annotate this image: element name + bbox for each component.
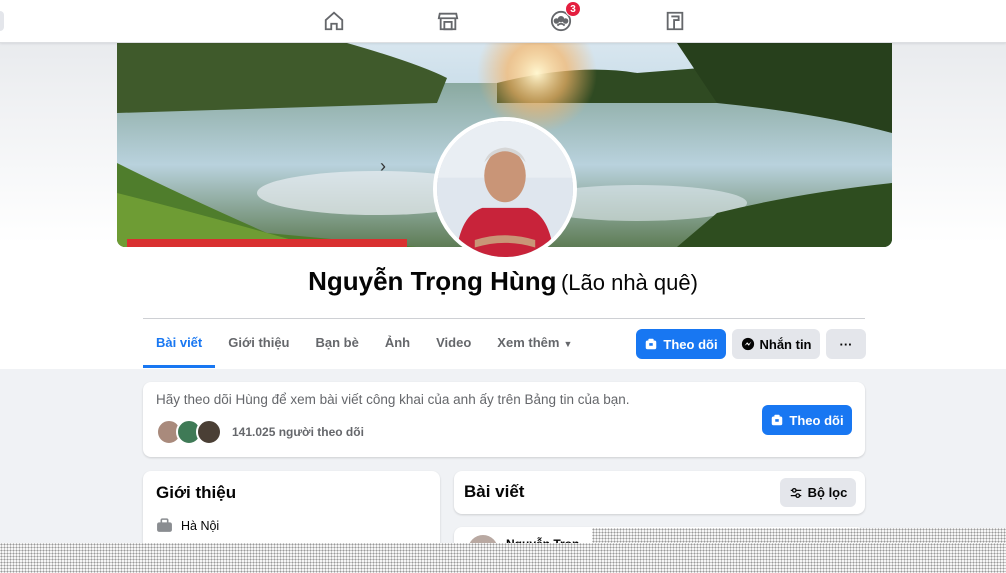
tab-friends[interactable]: Bạn bè <box>303 320 372 368</box>
profile-alternate-name: (Lão nhà quê) <box>560 270 698 295</box>
posts-title: Bài viết <box>464 482 525 501</box>
tab-videos[interactable]: Video <box>423 320 484 368</box>
home-icon[interactable] <box>320 8 348 34</box>
tab-see-more-label: Xem thêm <box>497 335 560 350</box>
follow-icon <box>646 338 657 350</box>
intro-location-text: Hà Nội <box>181 518 220 533</box>
profile-tabs: Bài viết Giới thiệu Bạn bè Ảnh Video Xem… <box>143 320 585 368</box>
follow-icon <box>772 414 783 426</box>
tab-photos[interactable]: Ảnh <box>372 320 423 368</box>
search-stub[interactable] <box>0 11 4 31</box>
intro-title: Giới thiệu <box>156 483 237 502</box>
messenger-icon <box>741 337 754 351</box>
marketplace-icon[interactable] <box>434 8 462 34</box>
tab-see-more[interactable]: Xem thêm ▼ <box>484 320 585 368</box>
profile-name: Nguyễn Trọng Hùng <box>308 266 557 296</box>
top-navigation-bar: 3 <box>0 0 1006 43</box>
follower-avatar[interactable] <box>196 419 222 445</box>
more-icon: ··· <box>839 336 853 352</box>
profile-avatar[interactable] <box>433 117 577 261</box>
tab-about[interactable]: Giới thiệu <box>215 320 302 368</box>
follow-button-label: Theo dõi <box>663 336 718 352</box>
caret-down-icon: ▼ <box>563 339 573 349</box>
message-button-label: Nhắn tin <box>759 336 812 352</box>
header-divider <box>143 318 865 319</box>
follow-card-button[interactable]: Theo dõi <box>762 405 852 435</box>
follow-prompt-text: Hãy theo dõi Hùng để xem bài viết công k… <box>156 392 630 407</box>
gaming-icon[interactable] <box>661 8 689 34</box>
follow-prompt-card: Hãy theo dõi Hùng để xem bài viết công k… <box>143 382 865 457</box>
filter-button-label: Bộ lọc <box>807 485 848 500</box>
tab-posts[interactable]: Bài viết <box>143 320 216 368</box>
briefcase-icon <box>157 518 172 532</box>
follow-button[interactable]: Theo dõi <box>636 329 726 359</box>
follow-card-button-label: Theo dõi <box>789 412 844 428</box>
profile-name-row: Nguyễn Trọng Hùng (Lão nhà quê) <box>0 266 1006 297</box>
filter-icon <box>790 487 801 498</box>
posts-header-card: Bài viết Bộ lọc <box>454 471 865 514</box>
more-options-button[interactable]: ··· <box>826 329 866 359</box>
filter-button[interactable]: Bộ lọc <box>780 478 856 507</box>
follower-count[interactable]: 141.025 người theo dõi <box>232 425 364 439</box>
message-button[interactable]: Nhắn tin <box>732 329 820 359</box>
chevron-right-icon[interactable]: › <box>380 156 386 177</box>
follower-avatars <box>156 419 222 445</box>
screen-texture <box>0 543 1006 573</box>
screen-texture <box>592 528 1006 543</box>
groups-notification-badge: 3 <box>565 1 581 17</box>
intro-location: Hà Nội <box>156 517 219 534</box>
